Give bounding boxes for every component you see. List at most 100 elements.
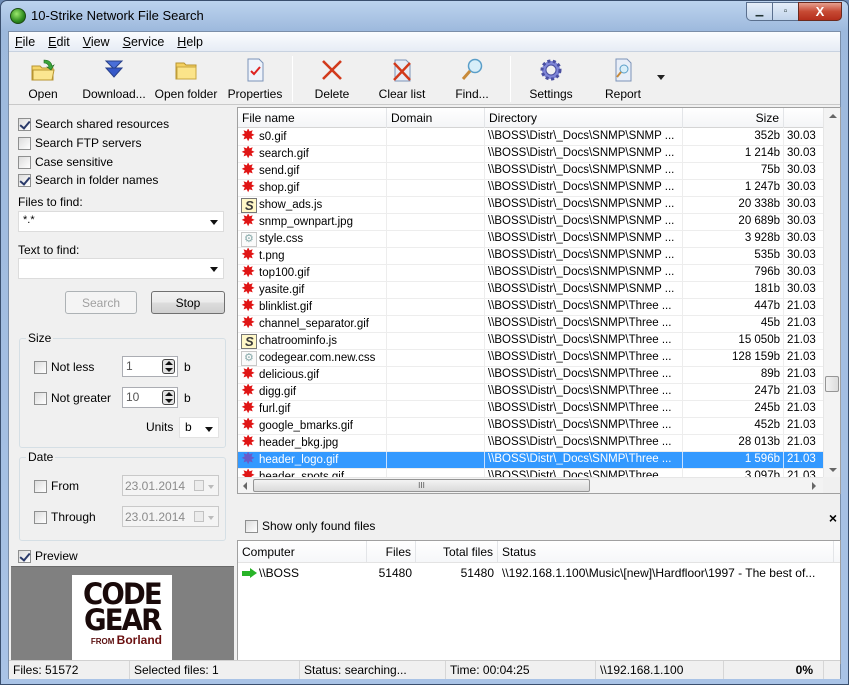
dropdown-arrow-icon[interactable]: [205, 427, 213, 432]
file-row[interactable]: search.gif \\BOSS\Distr\_Docs\SNMP\SNMP .…: [238, 146, 824, 163]
scroll-left-icon[interactable]: [243, 482, 247, 490]
stop-button[interactable]: Stop: [151, 291, 225, 314]
file-row[interactable]: yasite.gif \\BOSS\Distr\_Docs\SNMP\SNMP .…: [238, 282, 824, 299]
col-computer[interactable]: Computer: [238, 541, 367, 562]
not-less-spinner[interactable]: 1: [122, 356, 178, 377]
menu-edit[interactable]: Edit: [48, 35, 70, 49]
files-to-find-combo[interactable]: *.*: [18, 211, 224, 232]
option-case-sensitive[interactable]: Case sensitive: [18, 155, 113, 169]
menu-file[interactable]: File: [15, 35, 35, 49]
col-date[interactable]: [784, 108, 824, 128]
not-greater-option[interactable]: Not greater: [34, 391, 111, 405]
file-row[interactable]: top100.gif \\BOSS\Distr\_Docs\SNMP\SNMP .…: [238, 265, 824, 282]
file-row[interactable]: furl.gif \\BOSS\Distr\_Docs\SNMP\Three ..…: [238, 401, 824, 418]
title-bar[interactable]: 10-Strike Network File Search ▁ ▫ X: [1, 1, 848, 31]
scroll-thumb[interactable]: [825, 376, 839, 392]
option-search-shared[interactable]: Search shared resources: [18, 117, 169, 131]
checkbox[interactable]: [18, 117, 31, 131]
col-directory[interactable]: Directory: [485, 108, 683, 128]
file-row[interactable]: shop.gif \\BOSS\Distr\_Docs\SNMP\SNMP ...…: [238, 180, 824, 197]
scroll-up-icon[interactable]: [829, 114, 837, 118]
file-row[interactable]: s0.gif \\BOSS\Distr\_Docs\SNMP\SNMP ...35…: [238, 129, 824, 146]
date-through-picker[interactable]: 23.01.2014: [122, 506, 219, 527]
spinner-updown-icon[interactable]: [162, 359, 175, 374]
file-row[interactable]: show_ads.js \\BOSS\Distr\_Docs\SNMP\SNMP …: [238, 197, 824, 214]
scroll-down-icon[interactable]: [829, 468, 837, 472]
file-row[interactable]: header_logo.gif \\BOSS\Distr\_Docs\SNMP\T…: [238, 452, 824, 469]
checkbox[interactable]: [18, 155, 31, 169]
file-row[interactable]: header_bkg.jpg \\BOSS\Distr\_Docs\SNMP\Th…: [238, 435, 824, 452]
option-search-ftp[interactable]: Search FTP servers: [18, 136, 141, 150]
checkbox[interactable]: [18, 549, 31, 563]
dropdown-arrow-icon[interactable]: [210, 267, 218, 272]
close-pane-icon[interactable]: ×: [829, 510, 837, 526]
checkbox[interactable]: [34, 360, 47, 374]
report-button[interactable]: Report: [603, 55, 643, 103]
not-greater-spinner[interactable]: 10: [122, 387, 178, 408]
delete-button[interactable]: Delete: [312, 55, 352, 103]
file-row[interactable]: send.gif \\BOSS\Distr\_Docs\SNMP\SNMP ...…: [238, 163, 824, 180]
scroll-right-icon[interactable]: [812, 482, 816, 490]
date-from-picker[interactable]: 23.01.2014: [122, 475, 219, 496]
dropdown-arrow-icon[interactable]: [210, 220, 218, 225]
settings-button[interactable]: Settings: [528, 55, 574, 103]
col-file-name[interactable]: File name: [238, 108, 387, 128]
menu-view[interactable]: View: [83, 35, 110, 49]
dropdown-arrow-icon[interactable]: [208, 485, 214, 489]
col-files[interactable]: Files: [367, 541, 416, 562]
file-row[interactable]: chatroominfo.js \\BOSS\Distr\_Docs\SNMP\T…: [238, 333, 824, 350]
scroll-thumb[interactable]: III: [253, 479, 590, 492]
file-row[interactable]: digg.gif \\BOSS\Distr\_Docs\SNMP\Three ..…: [238, 384, 824, 401]
checkbox[interactable]: [18, 136, 31, 150]
col-status[interactable]: Status: [498, 541, 834, 562]
domain-cell: [387, 214, 485, 230]
col-domain[interactable]: Domain: [387, 108, 485, 128]
col-total-files[interactable]: Total files: [416, 541, 498, 562]
preview-option[interactable]: Preview: [18, 549, 78, 563]
checkbox[interactable]: [18, 173, 31, 187]
computers-pane-toolbar: Show only found files ×: [237, 510, 841, 540]
checkbox[interactable]: [245, 519, 258, 533]
checkbox[interactable]: [34, 510, 47, 524]
report-dropdown-arrow-icon[interactable]: [657, 75, 665, 80]
properties-button[interactable]: Properties: [228, 55, 282, 103]
open-folder-button[interactable]: Open folder: [155, 55, 217, 103]
file-row[interactable]: google_bmarks.gif \\BOSS\Distr\_Docs\SNMP…: [238, 418, 824, 435]
dropdown-arrow-icon[interactable]: [208, 516, 214, 520]
checkbox[interactable]: [34, 391, 47, 405]
download-button[interactable]: Download...: [82, 55, 146, 103]
image-file-icon: [241, 316, 257, 332]
units-select[interactable]: b: [179, 417, 219, 438]
vertical-scrollbar[interactable]: [823, 108, 840, 478]
file-row[interactable]: blinklist.gif \\BOSS\Distr\_Docs\SNMP\Thr…: [238, 299, 824, 316]
menu-help[interactable]: Help: [177, 35, 203, 49]
date-from-option[interactable]: From: [34, 479, 79, 493]
col-size[interactable]: Size: [683, 108, 784, 128]
search-button[interactable]: Search: [65, 291, 137, 314]
clear-list-button[interactable]: Clear list: [378, 55, 426, 103]
file-row[interactable]: codegear.com.new.css \\BOSS\Distr\_Docs\S…: [238, 350, 824, 367]
open-button[interactable]: Open: [25, 55, 61, 103]
file-row[interactable]: snmp_ownpart.jpg \\BOSS\Distr\_Docs\SNMP\…: [238, 214, 824, 231]
file-row[interactable]: delicious.gif \\BOSS\Distr\_Docs\SNMP\Thr…: [238, 367, 824, 384]
image-file-icon: [241, 265, 257, 281]
option-search-folder-names[interactable]: Search in folder names: [18, 173, 158, 187]
show-only-found-option[interactable]: Show only found files: [245, 519, 375, 533]
minimize-button[interactable]: ▁: [746, 2, 772, 21]
checkbox[interactable]: [34, 479, 47, 493]
menu-service[interactable]: Service: [123, 35, 165, 49]
size-cell: 1 596b: [683, 452, 784, 468]
computer-row[interactable]: \\BOSS 51480 51480 \\192.168.1.100\Music…: [238, 563, 840, 583]
spinner-updown-icon[interactable]: [162, 390, 175, 405]
find-button[interactable]: Find...: [454, 55, 490, 103]
file-row[interactable]: channel_separator.gif \\BOSS\Distr\_Docs\…: [238, 316, 824, 333]
text-to-find-combo[interactable]: [18, 258, 224, 279]
close-button[interactable]: X: [798, 2, 842, 21]
horizontal-scrollbar[interactable]: III: [238, 477, 824, 493]
not-less-option[interactable]: Not less: [34, 360, 94, 374]
maximize-button[interactable]: ▫: [772, 2, 798, 21]
file-row[interactable]: style.css \\BOSS\Distr\_Docs\SNMP\SNMP ..…: [238, 231, 824, 248]
domain-cell: [387, 180, 485, 196]
file-row[interactable]: t.png \\BOSS\Distr\_Docs\SNMP\SNMP ...535…: [238, 248, 824, 265]
date-through-option[interactable]: Through: [34, 510, 96, 524]
